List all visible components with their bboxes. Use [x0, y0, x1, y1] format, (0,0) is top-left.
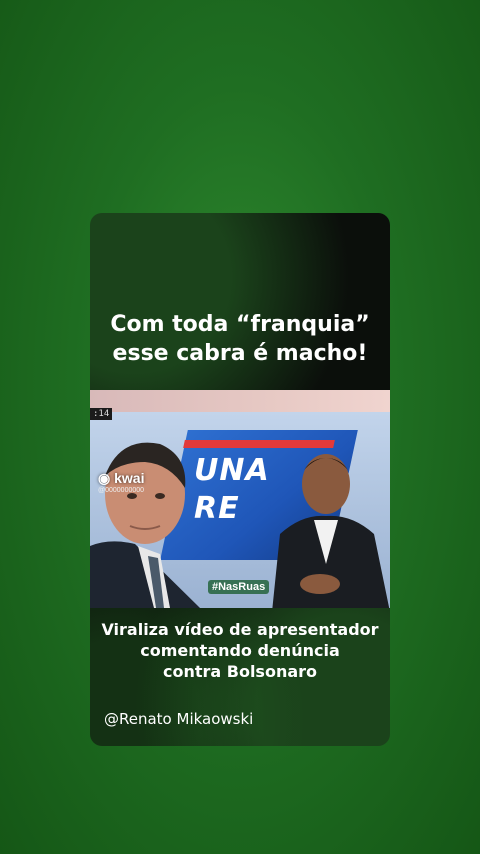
post-caption: Viraliza vídeo de apresentador comentand…: [101, 620, 379, 681]
post-headline: Com toda “franquia” esse cabra é macho!: [110, 312, 370, 366]
presenter-figure: [272, 454, 390, 608]
kwai-watermark-id: @0000000000: [98, 487, 145, 494]
video-studio-top: [90, 390, 390, 412]
show-title-text: UNA RE: [194, 453, 270, 526]
video-timecode: :14: [90, 408, 113, 420]
video-frame[interactable]: :14 UNA RE ◉ kwai @0000000000 #NasRuas: [90, 390, 390, 608]
kwai-logo-icon: ◉ kwai: [98, 470, 145, 486]
nasruas-logo-icon: #NasRuas: [208, 580, 270, 594]
post-card[interactable]: Com toda “franquia” esse cabra é macho! …: [90, 213, 390, 746]
politician-figure: [90, 442, 200, 608]
author-handle[interactable]: @Renato Mikaowski: [104, 710, 253, 728]
